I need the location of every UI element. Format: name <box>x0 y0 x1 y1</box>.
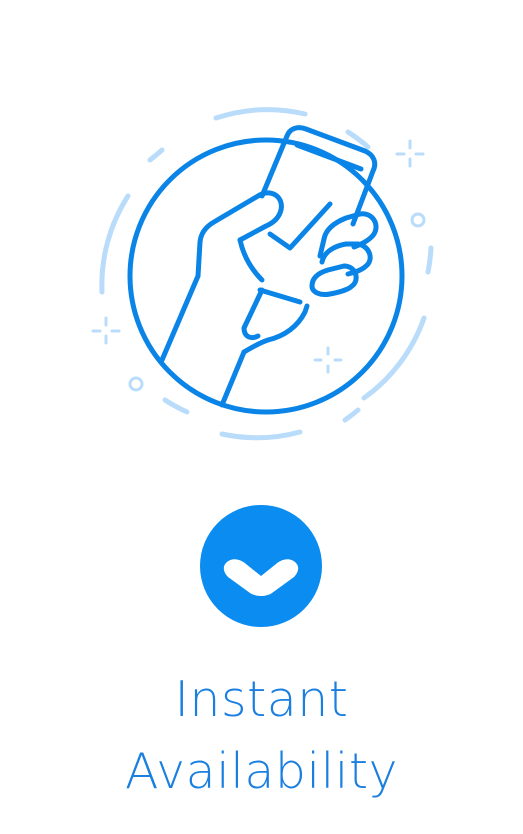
outer-dashed-ring <box>99 107 434 441</box>
hand-phone-lineart <box>159 125 379 408</box>
chevron-down-icon <box>200 505 322 627</box>
feature-title-line1: Instant <box>174 671 349 728</box>
sparkle-decorations <box>91 139 426 392</box>
feature-title: Instant Availability <box>0 664 523 808</box>
feature-title-line2: Availability <box>124 743 399 800</box>
expand-toggle-button[interactable] <box>200 505 322 627</box>
hero-illustration <box>0 0 523 470</box>
hand-holding-phone-check-icon <box>91 107 434 441</box>
